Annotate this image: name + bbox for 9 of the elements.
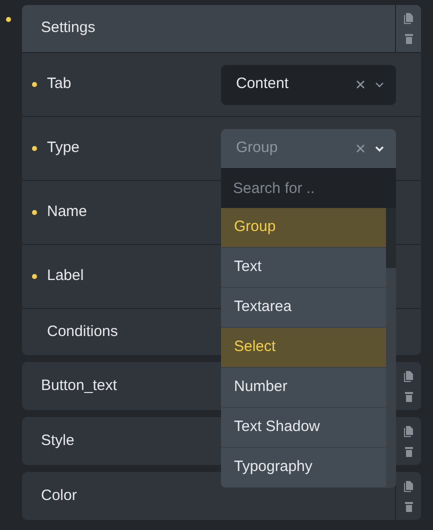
field-label: Name bbox=[47, 202, 88, 222]
panel-title: Settings bbox=[41, 18, 96, 38]
field-label: Label bbox=[47, 266, 84, 286]
field-label: Tab bbox=[47, 74, 72, 94]
group-title: Button_text bbox=[41, 376, 117, 396]
field-label: Type bbox=[47, 138, 80, 158]
field-label: Conditions bbox=[47, 322, 118, 342]
group-title: Color bbox=[41, 486, 77, 506]
group-title: Style bbox=[41, 430, 74, 451]
